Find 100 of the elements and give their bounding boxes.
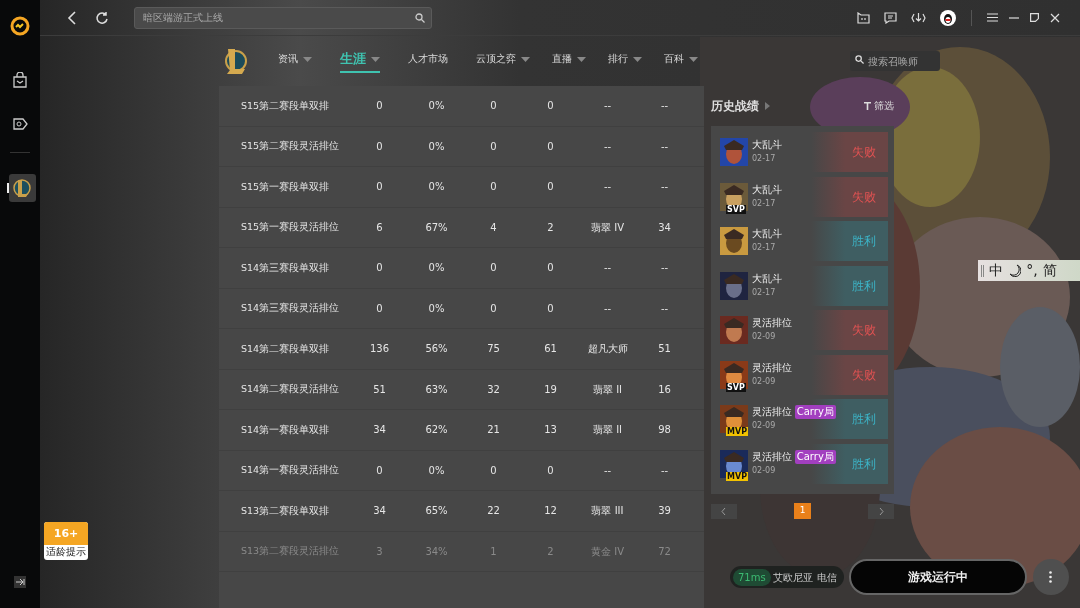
table-cell-text: 翡翠 II [591, 382, 624, 397]
table-cell-text: 0% [427, 301, 446, 316]
table-cell-text: S13第二赛段单双排 [241, 503, 331, 518]
table-cell-text: 0 [546, 301, 555, 316]
table-cell-text: S15第一赛段灵活排位 [241, 220, 341, 235]
table-cell-text: 0% [427, 139, 446, 154]
table-cell-text: 34 [372, 504, 387, 519]
game-tile-icon[interactable] [7, 173, 37, 203]
table-cell-text: 0 [489, 261, 498, 276]
table-cell-text: 51 [657, 342, 672, 357]
nav-tab[interactable]: 生涯 [340, 48, 380, 74]
table-cell-text: 0 [489, 99, 498, 114]
search-icon[interactable] [415, 12, 425, 23]
table-cell-text: 0 [489, 301, 498, 316]
table-cell-text: 0 [375, 301, 384, 316]
table-cell-text: 61 [543, 342, 558, 357]
table-cell-text: 0% [427, 261, 446, 276]
table-cell-text: 0 [375, 463, 384, 478]
table-cell-text: S14第一赛段单双排 [241, 422, 331, 437]
table-cell-text: 19 [543, 382, 558, 397]
table-cell-text: 0% [427, 99, 446, 114]
nav-tab[interactable]: 云顶之弈 [476, 51, 530, 71]
table-cell-text: 0 [375, 99, 384, 114]
table-cell-text: 0 [375, 180, 384, 195]
back-icon[interactable] [67, 10, 77, 25]
table-cell-text: S14第二赛段灵活排位 [241, 382, 341, 397]
chat-bot-icon[interactable] [857, 11, 870, 24]
table-cell-text: 16 [657, 382, 672, 397]
table-cell-text: 34% [424, 544, 449, 559]
table-cell-text: 67% [424, 220, 449, 235]
nav-tab[interactable]: 排行 [608, 51, 642, 71]
table-cell-text: 0 [489, 180, 498, 195]
table-cell-text: 65% [424, 504, 449, 519]
table-cell-text: 2 [546, 544, 555, 559]
table-cell-text: 62% [424, 423, 449, 438]
table-cell-text: -- [659, 261, 670, 276]
table-cell-text: 32 [486, 382, 501, 397]
table-cell-text: 12 [543, 504, 558, 519]
menu-icon[interactable] [987, 13, 998, 22]
minimize-icon[interactable] [1009, 16, 1019, 19]
search-field[interactable]: 暗区端游正式上线 [134, 6, 432, 29]
table-cell-text: 翡翠 IV [590, 220, 625, 235]
table-cell-text: -- [602, 463, 613, 478]
table-cell-text: 34 [657, 220, 672, 235]
table-cell-text: 21 [486, 423, 501, 438]
table-cell-text: S14第三赛段灵活排位 [241, 301, 341, 316]
table-cell-text: 6 [375, 220, 384, 235]
nav-tab[interactable]: 资讯 [278, 51, 312, 71]
table-cell-text: 0 [546, 261, 555, 276]
table-cell-text: -- [602, 261, 613, 276]
age-rating-label: 16+ [44, 522, 88, 545]
table-cell-text: -- [659, 463, 670, 478]
table-cell-text: 0 [375, 261, 384, 276]
table-cell-text: 翡翠 II [591, 423, 624, 438]
refresh-icon[interactable] [95, 10, 109, 25]
table-cell-text: 黄金 IV [590, 544, 625, 559]
table-cell-text: 0 [489, 139, 498, 154]
table-cell-text: -- [602, 180, 613, 195]
table-cell-text: 4 [489, 220, 498, 235]
nav-tab[interactable]: 百科 [664, 51, 698, 71]
table-cell-text: 75 [486, 342, 501, 357]
table-cell-text: 0% [427, 463, 446, 478]
table-cell-text: -- [659, 139, 670, 154]
table-cell-text: S15第二赛段单双排 [241, 98, 331, 113]
download-icon[interactable] [911, 11, 926, 24]
close-icon[interactable] [1050, 12, 1060, 23]
table-cell-text: 0 [546, 463, 555, 478]
table-cell-text: S14第一赛段灵活排位 [241, 463, 341, 478]
table-cell-text: -- [602, 99, 613, 114]
maximize-icon[interactable] [1030, 13, 1039, 22]
message-icon[interactable] [884, 11, 897, 24]
table-cell-text: S14第二赛段单双排 [241, 341, 331, 356]
nav-tab[interactable]: 人才市场 [408, 51, 448, 71]
table-cell-text: 1 [489, 544, 498, 559]
table-cell-text: 0% [427, 180, 446, 195]
nav-tab[interactable]: 直播 [552, 51, 586, 71]
table-cell-text: 22 [486, 504, 501, 519]
table-cell-text: 72 [657, 544, 672, 559]
expand-icon[interactable] [14, 576, 26, 588]
table-cell-text: 56% [424, 342, 449, 357]
table-cell-text: -- [659, 301, 670, 316]
table-cell-text: 0 [375, 139, 384, 154]
table-cell-text: 51 [372, 382, 387, 397]
table-cell-text: S15第二赛段灵活排位 [241, 139, 341, 154]
table-cell-text: 63% [424, 382, 449, 397]
shopping-bag-icon[interactable] [12, 72, 28, 88]
table-cell-text: 3 [375, 544, 384, 559]
table-cell-text: 13 [543, 423, 558, 438]
table-cell-text: 翡翠 III [590, 504, 625, 519]
logo-icon[interactable] [10, 16, 30, 36]
table-cell-text: 超凡大师 [586, 342, 629, 357]
table-cell-text: 2 [546, 220, 555, 235]
table-cell-text: -- [602, 139, 613, 154]
table-cell-text: 0 [489, 463, 498, 478]
table-cell-text: 0 [546, 139, 555, 154]
avatar-icon[interactable] [940, 9, 956, 26]
table-cell-text: 39 [657, 504, 672, 519]
game-logo-icon[interactable] [222, 47, 248, 75]
table-cell-text: 98 [657, 423, 672, 438]
age-rating-caption: 适龄提示 [46, 545, 86, 559]
